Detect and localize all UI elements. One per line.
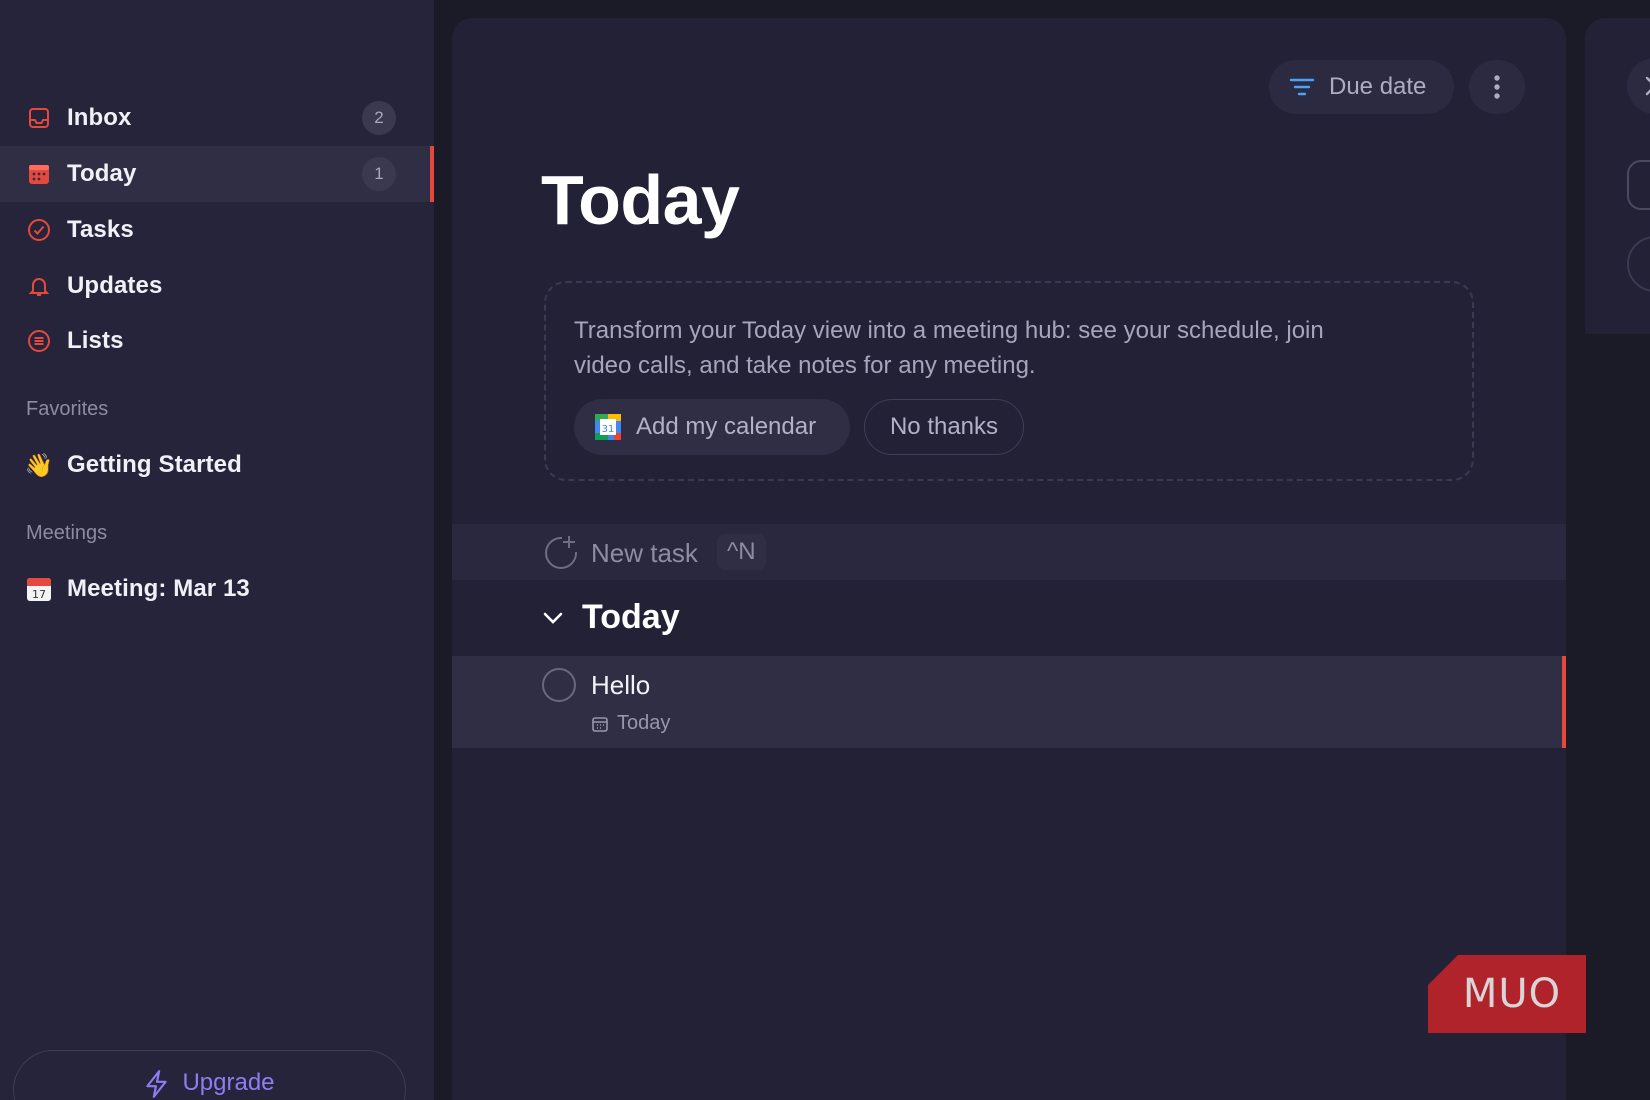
upgrade-button[interactable]: Upgrade bbox=[13, 1050, 406, 1100]
new-task-row[interactable]: New task ^N bbox=[452, 524, 1566, 580]
add-calendar-button[interactable]: 31 Add my calendar bbox=[574, 399, 850, 455]
sidebar-item-updates[interactable]: Updates bbox=[0, 258, 434, 314]
more-vertical-icon bbox=[1494, 75, 1500, 99]
calendar-today-icon bbox=[26, 161, 52, 187]
lightning-icon bbox=[146, 1070, 168, 1098]
today-group-header[interactable]: Today bbox=[542, 598, 680, 637]
sidebar-item-label: Updates bbox=[67, 272, 163, 299]
waving-hand-icon: 👋 bbox=[24, 451, 54, 478]
no-thanks-button[interactable]: No thanks bbox=[864, 399, 1024, 455]
sidebar-item-getting-started[interactable]: 👋 Getting Started bbox=[0, 437, 434, 493]
chevron-down-icon bbox=[543, 612, 563, 624]
sidebar-item-label: Getting Started bbox=[67, 451, 242, 478]
today-count-badge: 1 bbox=[362, 157, 396, 191]
calendar-promo-card: Transform your Today view into a meeting… bbox=[544, 281, 1474, 481]
close-panel-button[interactable] bbox=[1627, 58, 1650, 114]
app-window: Inbox 2 Today 1 Tasks Updates Lists Favo… bbox=[0, 0, 1650, 1100]
task-title: Hello bbox=[591, 670, 651, 700]
sidebar: Inbox 2 Today 1 Tasks Updates Lists Favo… bbox=[0, 0, 434, 1100]
more-options-button[interactable] bbox=[1469, 60, 1525, 114]
inbox-icon bbox=[26, 105, 52, 131]
main-panel: Due date Today Transform your Today view… bbox=[452, 18, 1566, 1100]
add-task-icon bbox=[545, 536, 578, 569]
add-calendar-label: Add my calendar bbox=[636, 413, 817, 440]
task-row[interactable]: Hello Today bbox=[452, 656, 1566, 748]
new-task-label: New task bbox=[591, 538, 698, 568]
watermark-text: MUO bbox=[1462, 971, 1562, 1017]
sort-label: Due date bbox=[1329, 73, 1427, 100]
muo-watermark-logo: MUO bbox=[1428, 955, 1586, 1033]
detail-panel bbox=[1585, 18, 1650, 334]
check-circle-icon bbox=[26, 217, 52, 243]
sidebar-item-label: Today bbox=[67, 160, 137, 187]
sidebar-item-today[interactable]: Today 1 bbox=[0, 146, 434, 202]
close-icon bbox=[1645, 76, 1650, 96]
svg-text:31: 31 bbox=[602, 424, 615, 435]
promo-text: Transform your Today view into a meeting… bbox=[574, 317, 1324, 379]
bell-icon bbox=[26, 273, 52, 299]
sidebar-item-tasks[interactable]: Tasks bbox=[0, 202, 434, 258]
active-indicator bbox=[430, 146, 434, 202]
detail-panel-control[interactable] bbox=[1627, 236, 1650, 292]
sort-due-date-button[interactable]: Due date bbox=[1269, 60, 1454, 114]
no-thanks-label: No thanks bbox=[889, 413, 999, 440]
detail-panel-control[interactable] bbox=[1627, 160, 1650, 210]
inbox-count-badge: 2 bbox=[362, 101, 396, 135]
task-checkbox[interactable] bbox=[542, 668, 576, 702]
favorites-heading: Favorites bbox=[26, 398, 109, 420]
sidebar-item-inbox[interactable]: Inbox 2 bbox=[0, 90, 434, 146]
sidebar-item-label: Inbox bbox=[67, 104, 132, 131]
sidebar-item-label: Tasks bbox=[67, 216, 134, 243]
svg-text:17: 17 bbox=[32, 588, 46, 601]
filter-sort-icon bbox=[1289, 78, 1315, 96]
sidebar-item-lists[interactable]: Lists bbox=[0, 313, 434, 369]
sidebar-item-meeting-mar-13[interactable]: 17 Meeting: Mar 13 bbox=[0, 561, 434, 617]
list-icon bbox=[26, 328, 52, 354]
upgrade-label: Upgrade bbox=[182, 1069, 275, 1096]
keyboard-shortcut-badge: ^N bbox=[717, 534, 766, 570]
google-calendar-icon: 31 bbox=[595, 414, 621, 440]
page-title: Today bbox=[541, 161, 740, 239]
task-due-date: Today bbox=[591, 712, 670, 735]
sidebar-item-label: Lists bbox=[67, 327, 124, 354]
calendar-icon bbox=[592, 716, 608, 732]
task-due-label: Today bbox=[617, 712, 671, 734]
sidebar-item-label: Meeting: Mar 13 bbox=[67, 575, 250, 602]
meetings-heading: Meetings bbox=[26, 522, 108, 544]
group-title: Today bbox=[582, 598, 680, 636]
selected-task-indicator bbox=[1562, 656, 1566, 748]
calendar-emoji-icon: 17 bbox=[26, 576, 52, 602]
